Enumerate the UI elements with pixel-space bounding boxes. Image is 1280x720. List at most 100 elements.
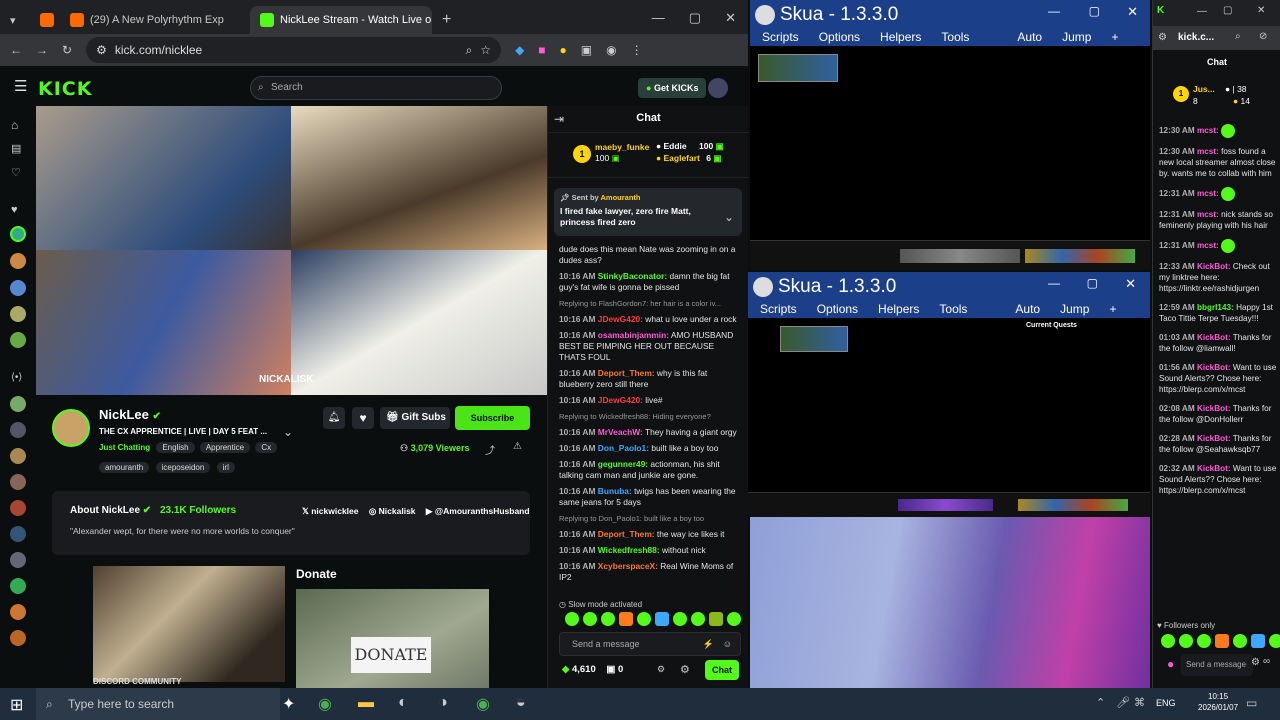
leader-name[interactable]: Eaglefart	[664, 153, 700, 163]
zoom-icon[interactable]: ⌕	[1235, 31, 1241, 42]
tag-chip[interactable]: iceposeidon	[155, 462, 211, 473]
message-username[interactable]: KickBot:	[1197, 434, 1231, 443]
video-player[interactable]: NICKALISK	[36, 106, 547, 395]
chevron-up-icon[interactable]: ⌃	[1096, 696, 1105, 709]
tab-list-button[interactable]: ▾	[0, 6, 30, 34]
channel-avatar[interactable]	[10, 306, 26, 322]
extension-icon[interactable]: ●	[560, 43, 567, 57]
forward-icon[interactable]: →	[36, 43, 48, 57]
tag-chip[interactable]: amouranth	[99, 462, 150, 473]
reload-icon[interactable]: ↻	[62, 43, 72, 57]
chat-settings-icon[interactable]: ⚙	[657, 664, 665, 675]
inventory-bar[interactable]	[1025, 249, 1135, 263]
extension-icon[interactable]: ◆	[515, 43, 524, 57]
site-info-icon[interactable]: ⚙	[1158, 32, 1167, 43]
maximize-icon[interactable]: ▢	[689, 10, 701, 26]
search-input[interactable]: ⌕ Search	[250, 76, 502, 100]
menu-scripts[interactable]: Scripts	[760, 302, 797, 318]
browse-icon[interactable]: ▤	[11, 142, 21, 155]
leader-name[interactable]: Jus...	[1193, 84, 1215, 94]
menu-tools[interactable]: Tools	[939, 302, 967, 318]
settings-icon[interactable]: ⚙	[1251, 657, 1260, 668]
channel-avatar[interactable]	[10, 604, 26, 620]
maximize-icon[interactable]: ▢	[1223, 5, 1232, 16]
donate-panel-image[interactable]: DONATE	[296, 589, 489, 688]
taskbar-search[interactable]: ⌕ Type here to search	[36, 688, 280, 720]
message-username[interactable]: Deport_Them:	[598, 368, 655, 378]
emote-icon[interactable]	[655, 612, 669, 626]
maximize-icon[interactable]: ▢	[1089, 4, 1100, 18]
tag-chip[interactable]: Apprentice	[199, 442, 251, 453]
channel-avatar[interactable]	[10, 578, 26, 594]
emote-icon[interactable]	[1197, 634, 1211, 648]
network-icon[interactable]: ⌘	[1134, 696, 1145, 709]
home-icon[interactable]: ⌂	[11, 118, 18, 132]
channel-avatar[interactable]	[10, 396, 26, 412]
emote-icon[interactable]	[709, 612, 723, 626]
notification-icon[interactable]: ▭	[1246, 696, 1257, 710]
leader-name[interactable]: Eddie	[664, 141, 687, 151]
channel-avatar[interactable]	[10, 226, 26, 242]
message-username[interactable]: Deport_Them:	[598, 529, 655, 539]
app-icon[interactable]: ◐	[398, 694, 408, 712]
tag-chip[interactable]: English	[156, 442, 195, 453]
discord-panel-image[interactable]: DISCORD COMMUNITY	[93, 566, 285, 686]
emote-icon[interactable]	[673, 612, 687, 626]
channel-avatar[interactable]	[10, 552, 26, 568]
emote-icon[interactable]	[1215, 634, 1229, 648]
pinned-message[interactable]: 📌︎ Sent by Amouranth I fired fake lawyer…	[554, 188, 742, 236]
close-icon[interactable]: ✕	[1127, 4, 1138, 20]
hamburger-icon[interactable]: ☰	[14, 77, 27, 95]
new-tab-button[interactable]: +	[432, 6, 462, 34]
add-icon[interactable]: +	[1111, 30, 1118, 46]
channel-avatar[interactable]	[10, 422, 26, 438]
message-username[interactable]: Wickedfresh88:	[598, 545, 660, 555]
url-input[interactable]: ⚙ kick.com/nicklee ⌕ ☆	[86, 37, 502, 63]
channel-avatar[interactable]	[10, 253, 26, 269]
channel-avatar[interactable]	[10, 332, 26, 348]
notify-bell-button[interactable]: 🔔︎	[323, 407, 345, 429]
message-username[interactable]: gegunner49:	[598, 459, 648, 469]
subscribe-button[interactable]: Subscribe	[455, 406, 530, 430]
message-username[interactable]: bbgrl143:	[1197, 303, 1234, 312]
follow-heart-button[interactable]: ♥	[352, 407, 374, 429]
channel-avatar[interactable]	[10, 280, 26, 296]
streamer-name[interactable]: NickLee ✔	[99, 407, 161, 422]
emote-icon[interactable]	[583, 612, 597, 626]
kick-emote-icon[interactable]: ⚡	[703, 633, 714, 655]
chevron-down-icon[interactable]: ⌄	[724, 210, 734, 224]
message-username[interactable]: KickBot:	[1197, 333, 1231, 342]
emote-icon[interactable]	[691, 612, 705, 626]
add-icon[interactable]: +	[1109, 302, 1116, 318]
chrome-icon[interactable]: ◉	[476, 694, 490, 714]
message-username[interactable]: mcst:	[1197, 189, 1219, 198]
infinity-icon[interactable]: ∞	[1263, 656, 1270, 667]
app-icon[interactable]: ◒	[516, 694, 526, 712]
menu-auto[interactable]: Auto	[1015, 302, 1040, 318]
microphone-icon[interactable]: 🎤︎	[1116, 696, 1130, 709]
gift-subs-button[interactable]: 🎁︎ Gift Subs	[380, 407, 450, 429]
avatar[interactable]	[708, 78, 728, 98]
message-username[interactable]: StinkyBaconator:	[598, 271, 667, 281]
extension-icon[interactable]: ■	[538, 43, 545, 57]
menu-helpers[interactable]: Helpers	[878, 302, 919, 318]
menu-dots-icon[interactable]: ⋮	[631, 43, 643, 57]
message-username[interactable]: JDewG420:	[598, 314, 643, 324]
channel-avatar[interactable]	[10, 526, 26, 542]
message-username[interactable]: mcst:	[1197, 126, 1219, 135]
emote-icon[interactable]	[565, 612, 579, 626]
menu-options[interactable]: Options	[817, 302, 858, 318]
skill-bar[interactable]	[898, 499, 993, 511]
emote-icon[interactable]	[1233, 634, 1247, 648]
copilot-icon[interactable]: ✦	[282, 694, 295, 714]
chevron-down-icon[interactable]: ⌄	[283, 425, 293, 439]
windows-start-icon[interactable]: ⊞	[10, 695, 23, 715]
channel-avatar[interactable]	[10, 474, 26, 490]
clock[interactable]: 10:15 2026/01/07	[1198, 691, 1238, 713]
zoom-icon[interactable]: ⌕	[466, 43, 473, 58]
minimize-icon[interactable]: —	[652, 10, 665, 26]
chat-input[interactable]: Send a message ⚡ ☺	[559, 632, 741, 656]
emote-icon[interactable]	[619, 612, 633, 626]
message-username[interactable]: Bunuba:	[598, 486, 632, 496]
menu-auto[interactable]: Auto	[1017, 30, 1042, 46]
